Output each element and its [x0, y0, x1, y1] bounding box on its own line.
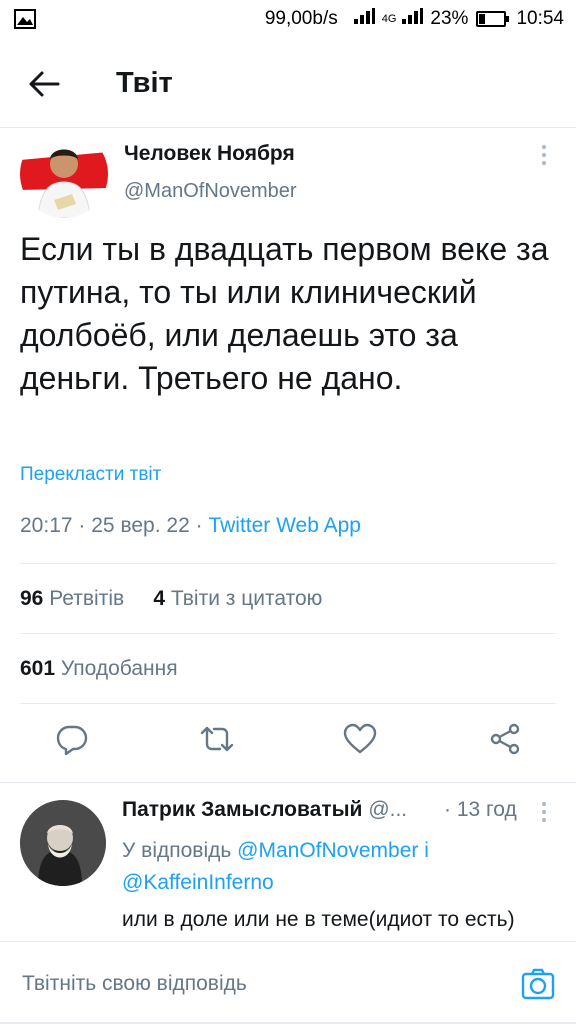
share-nodes-icon[interactable] [488, 722, 522, 756]
divider [20, 703, 556, 704]
heart-outline-icon[interactable] [343, 722, 377, 756]
retweets-count: 96 [20, 587, 44, 610]
mention-link-2[interactable]: @KaffeinInferno [122, 871, 274, 894]
vertical-dots-icon[interactable] [534, 143, 554, 167]
reply-time-value: 13 год [456, 798, 517, 821]
reply-time: · 13 год [444, 798, 517, 822]
retweet-arrows-icon[interactable] [200, 722, 234, 756]
reply-to-line: У відповідь @ManOfNovember і @KaffeinInf… [122, 835, 542, 899]
meta-separator: · [78, 514, 86, 537]
divider [0, 782, 576, 783]
divider [20, 633, 556, 634]
translate-tweet-link[interactable]: Перекласти твіт [20, 464, 161, 486]
retweet-stats: 96 Ретвітів 4 Твіти з цитатою [20, 587, 322, 611]
reply-author-handle: @... [368, 798, 408, 821]
likes-stat[interactable]: 601 Уподобання [20, 657, 178, 681]
tweet-text: Если ты в двадцать первом веке за путина… [20, 231, 549, 396]
arrow-left-icon[interactable] [28, 70, 60, 98]
mention-conj: і [424, 839, 429, 862]
battery-fill [479, 14, 485, 24]
divider [20, 563, 556, 564]
likes-label: Уподобання [60, 657, 178, 680]
signal-bars-icon-2 [402, 8, 424, 30]
tweet-actions [0, 722, 576, 770]
author-handle[interactable]: @ManOfNovember [124, 180, 297, 203]
tweet-source-link[interactable]: Twitter Web App [208, 514, 361, 537]
quotes-count: 4 [153, 587, 166, 610]
author-name[interactable]: Человек Ноября [124, 142, 295, 166]
reply-text: или в доле или не в теме(идиот то есть) [122, 908, 515, 931]
tweet-meta: 20:17 · 25 вер. 22 · Twitter Web App [20, 514, 361, 538]
tweet-time: 20:17 [20, 514, 73, 537]
reply-input[interactable]: Твітніть свою відповідь [22, 972, 247, 996]
reply-author[interactable]: Патрик Замысловатый @... [122, 798, 407, 822]
app-header: Твіт [0, 40, 576, 128]
network-type: 4G [381, 13, 397, 25]
avatar[interactable] [20, 130, 108, 218]
quotes-label: Твіти з цитатою [170, 587, 323, 610]
reply-avatar[interactable] [20, 800, 106, 886]
reply-author-name: Патрик Замысловатый [122, 798, 363, 821]
meta-separator-2: · [195, 514, 203, 537]
status-bar: 99,00b/s 4G 23% 10:54 [0, 0, 576, 40]
time-separator: · [444, 798, 451, 821]
tweet-date: 25 вер. 22 [91, 514, 190, 537]
mention-link[interactable]: @ManOfNovember [237, 839, 418, 862]
status-right: 99,00b/s 4G 23% 10:54 [265, 8, 564, 30]
retweets-stat[interactable]: 96 Ретвітів [20, 587, 124, 610]
likes-count: 601 [20, 657, 56, 680]
clock: 10:54 [516, 8, 564, 29]
battery-percent: 23% [430, 8, 469, 29]
image-icon [14, 9, 36, 35]
quotes-stat[interactable]: 4 Твіти з цитатою [153, 587, 322, 610]
reply-composer: Твітніть свою відповідь [0, 941, 576, 1024]
comment-bubble-icon[interactable] [55, 722, 89, 756]
vertical-dots-icon[interactable] [534, 800, 554, 824]
retweets-label: Ретвітів [49, 587, 125, 610]
battery-icon [476, 11, 510, 27]
page-title: Твіт [116, 67, 173, 99]
signal-bars-icon [353, 8, 376, 30]
camera-icon[interactable] [520, 966, 556, 1002]
reply-prefix: У відповідь [122, 839, 232, 862]
network-speed: 99,00b/s [264, 8, 338, 29]
